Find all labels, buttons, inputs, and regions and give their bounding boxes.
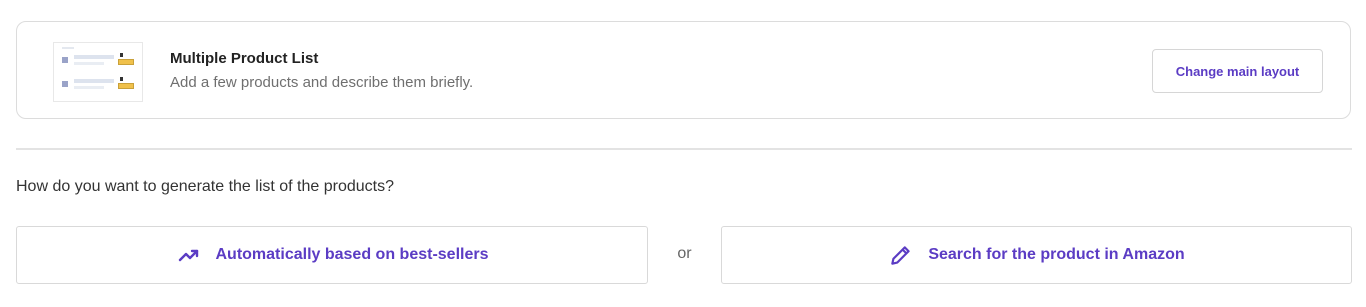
layout-subtitle: Add a few products and describe them bri… xyxy=(170,74,474,91)
auto-best-sellers-button[interactable]: Automatically based on best-sellers xyxy=(16,226,648,284)
auto-best-sellers-label: Automatically based on best-sellers xyxy=(215,246,489,263)
search-amazon-button[interactable]: Search for the product in Amazon xyxy=(721,226,1352,284)
or-separator: or xyxy=(677,245,692,262)
trending-up-icon xyxy=(176,242,202,268)
layout-thumbnail xyxy=(53,42,143,102)
generation-question: How do you want to generate the list of … xyxy=(16,178,395,195)
search-amazon-label: Search for the product in Amazon xyxy=(928,246,1185,263)
layout-card: Multiple Product List Add a few products… xyxy=(16,21,1351,119)
layout-title: Multiple Product List xyxy=(170,50,319,67)
pencil-icon xyxy=(888,242,914,268)
change-main-layout-button[interactable]: Change main layout xyxy=(1152,49,1323,93)
section-divider xyxy=(16,148,1352,150)
